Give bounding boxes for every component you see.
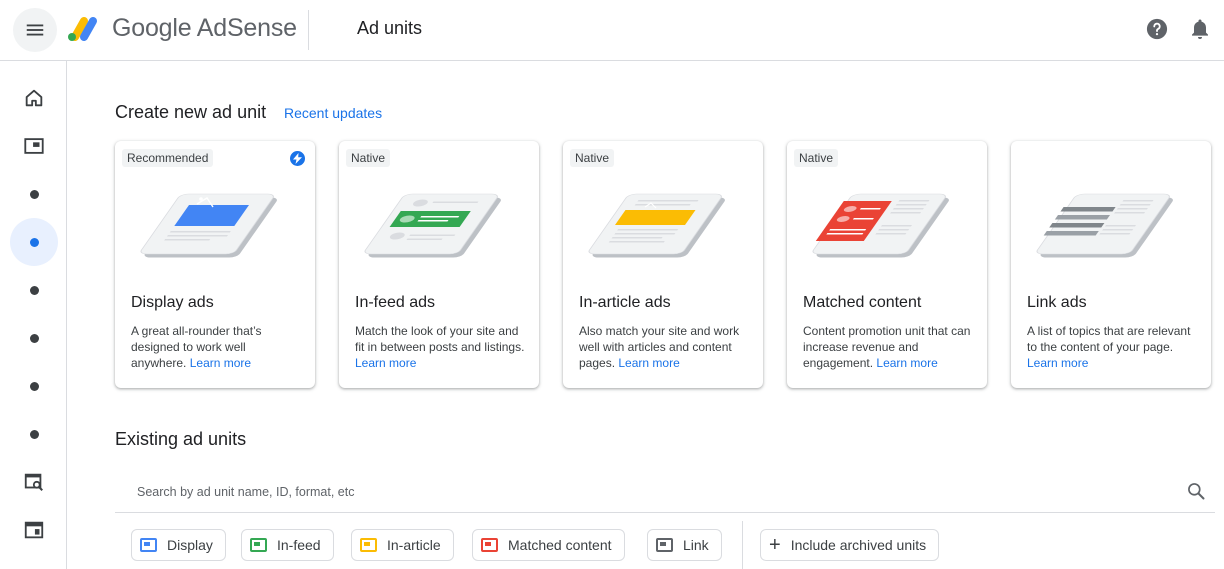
filter-chip-link[interactable]: Link	[647, 529, 722, 561]
filter-divider	[742, 521, 743, 569]
ad-unit-search-bar	[115, 471, 1215, 513]
matched-content-icon	[481, 538, 498, 552]
link-ads-illustration	[1036, 193, 1173, 258]
card-in-feed-ads[interactable]: Native In-feed ads Match the look of you…	[339, 141, 539, 388]
card-title: In-feed ads	[355, 294, 436, 311]
card-display-ads[interactable]: Recommended Display ads A great all-roun…	[115, 141, 315, 388]
nav-item-3[interactable]	[10, 170, 58, 218]
recent-updates-link[interactable]: Recent updates	[284, 105, 382, 121]
display-ad-icon	[140, 538, 157, 552]
notifications-bell-icon[interactable]	[1190, 18, 1210, 40]
page-title: Ad units	[357, 18, 423, 38]
card-matched-content[interactable]: Native Matched content Content promotion…	[787, 141, 987, 388]
card-description-text: Match the look of your site and fit in b…	[355, 324, 525, 354]
learn-more-link[interactable]: Learn more	[618, 356, 679, 370]
learn-more-link[interactable]: Learn more	[355, 356, 416, 370]
header-divider	[308, 10, 309, 50]
card-tag: Recommended	[122, 149, 214, 167]
nav-site-search[interactable]	[10, 458, 58, 506]
learn-more-link[interactable]: Learn more	[876, 356, 937, 370]
card-description-text: A list of topics that are relevant to th…	[1027, 324, 1191, 354]
filter-chip-matched-content[interactable]: Matched content	[472, 529, 625, 561]
chip-label: Link	[683, 537, 709, 553]
browser-search-icon	[24, 473, 43, 491]
nav-dot-icon	[29, 237, 39, 247]
learn-more-link[interactable]: Learn more	[1027, 356, 1088, 370]
card-title: Matched content	[803, 294, 922, 311]
nav-ads[interactable]	[10, 122, 58, 170]
ad-unit-search-input[interactable]	[137, 481, 1137, 503]
card-tag: Native	[794, 149, 839, 167]
card-description: A great all-rounder that’s designed to w…	[131, 323, 303, 371]
card-description: A list of topics that are relevant to th…	[1027, 323, 1199, 371]
top-app-bar: Google AdSense Ad units	[0, 0, 1224, 61]
in-feed-ads-illustration	[364, 193, 501, 258]
card-title: In-article ads	[579, 294, 671, 311]
filter-chip-in-article[interactable]: In-article	[351, 529, 454, 561]
card-tag: Native	[346, 149, 391, 167]
ad-frame-icon	[24, 138, 44, 154]
nav-dot-icon	[29, 285, 39, 295]
display-ads-illustration	[140, 193, 277, 258]
card-in-article-ads[interactable]: Native In-article ads Also match your si…	[563, 141, 763, 388]
lightning-bolt-icon	[290, 151, 305, 166]
filter-chip-in-feed[interactable]: In-feed	[241, 529, 334, 561]
create-section-title: Create new ad unit	[115, 102, 267, 122]
brand-name: Google AdSense	[112, 14, 297, 42]
in-feed-ad-icon	[250, 538, 267, 552]
adsense-logo-icon	[68, 17, 97, 41]
nav-dot-icon	[29, 189, 39, 199]
chip-label: In-article	[387, 537, 441, 553]
card-title: Display ads	[131, 294, 214, 311]
link-ad-icon	[656, 538, 673, 552]
home-icon	[25, 89, 43, 107]
card-title: Link ads	[1027, 294, 1087, 311]
include-archived-button[interactable]: + Include archived units	[760, 529, 940, 561]
nav-page-layout[interactable]	[10, 506, 58, 554]
filter-chip-display[interactable]: Display	[131, 529, 226, 561]
chip-label: Display	[167, 537, 213, 553]
in-article-ads-illustration	[588, 193, 725, 258]
page-layout-icon	[24, 521, 44, 539]
main-menu-button[interactable]	[13, 8, 57, 52]
nav-dot-icon	[29, 381, 39, 391]
nav-item-7[interactable]	[10, 362, 58, 410]
hamburger-menu-icon	[26, 24, 44, 36]
main-content: Create new ad unit Recent updates Recomm…	[67, 61, 1224, 569]
card-link-ads[interactable]: Link ads A list of topics that are relev…	[1011, 141, 1211, 388]
nav-item-8[interactable]	[10, 410, 58, 458]
card-description: Content promotion unit that can increase…	[803, 323, 975, 371]
matched-content-illustration	[812, 193, 949, 258]
chip-label: Include archived units	[790, 537, 927, 553]
search-icon[interactable]	[1186, 481, 1206, 501]
card-tag: Native	[570, 149, 615, 167]
nav-dot-icon	[29, 429, 39, 439]
nav-item-4-active[interactable]	[10, 218, 58, 266]
card-description: Match the look of your site and fit in b…	[355, 323, 527, 371]
learn-more-link[interactable]: Learn more	[190, 356, 251, 370]
plus-icon: +	[769, 534, 781, 556]
navigation-rail	[0, 61, 67, 569]
help-icon[interactable]	[1146, 18, 1168, 40]
nav-item-6[interactable]	[10, 314, 58, 362]
nav-dot-icon	[29, 333, 39, 343]
card-description: Also match your site and work well with …	[579, 323, 751, 371]
nav-home[interactable]	[10, 74, 58, 122]
chip-label: In-feed	[277, 537, 321, 553]
nav-item-5[interactable]	[10, 266, 58, 314]
in-article-ad-icon	[360, 538, 377, 552]
existing-section-title: Existing ad units	[115, 429, 247, 449]
chip-label: Matched content	[508, 537, 612, 553]
